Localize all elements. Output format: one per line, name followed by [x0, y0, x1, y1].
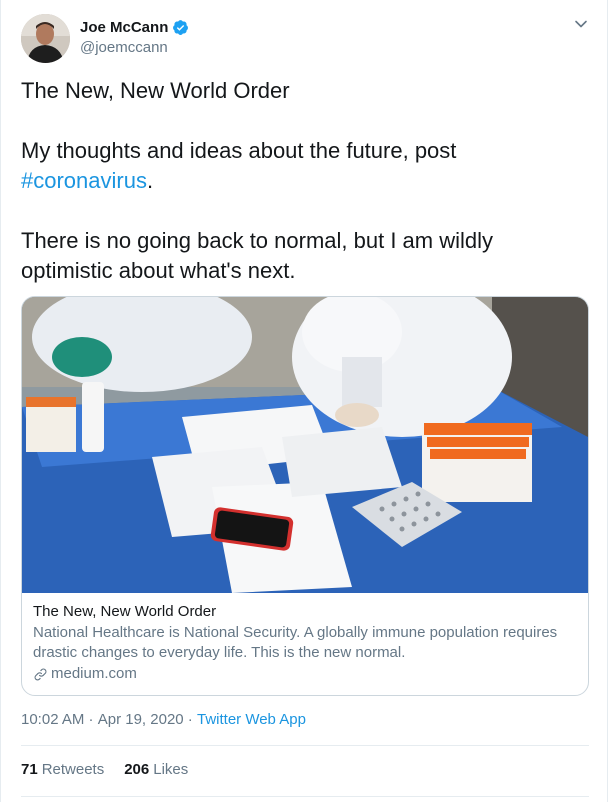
tweet-line-optimism: There is no going back to normal, but I … [21, 228, 494, 283]
hashtag-link[interactable]: #coronavirus [21, 168, 147, 193]
tweet-header: Joe McCann @joemccann [21, 14, 591, 64]
likes-label: Likes [153, 761, 189, 778]
tweet-line-thoughts-suffix: . [146, 168, 154, 193]
author-names: Joe McCann @joemccann [80, 17, 189, 56]
avatar[interactable] [21, 14, 70, 63]
card-meta[interactable]: The New, New World Order National Health… [22, 593, 588, 695]
tweet-time[interactable]: 10:02 AM [21, 710, 84, 730]
link-icon [33, 667, 48, 682]
divider [21, 796, 589, 797]
tweet-stats: 71 Retweets 206 Likes [21, 760, 208, 780]
link-preview-card[interactable]: The New, New World Order National Health… [21, 296, 589, 696]
retweets-count: 71 [21, 761, 38, 778]
author-handle[interactable]: @joemccann [80, 39, 189, 56]
tweet-line-thoughts: My thoughts and ideas about the future, … [21, 136, 581, 196]
likes-stat[interactable]: 206 Likes [124, 760, 188, 780]
tweet-text: The New, New World Order My thoughts and… [21, 76, 581, 286]
tweet-line-title: The New, New World Order [21, 78, 290, 103]
author-display-name[interactable]: Joe McCann [80, 19, 168, 36]
card-image[interactable] [22, 297, 588, 593]
retweets-stat[interactable]: 71 Retweets [21, 760, 104, 780]
divider [21, 745, 589, 746]
retweets-label: Retweets [41, 761, 105, 778]
card-url: medium.com [33, 664, 577, 684]
card-url-text: medium.com [51, 665, 137, 682]
tweet-line-thoughts-text: My thoughts and ideas about the future, … [21, 138, 457, 163]
timestamp-separator: · [183, 711, 197, 728]
tweet-timestamp: 10:02 AM · Apr 19, 2020 · Twitter Web Ap… [21, 710, 306, 730]
tweet-source-link[interactable]: Twitter Web App [197, 710, 306, 730]
tweet-container: Joe McCann @joemccann The New, New World… [0, 0, 608, 802]
verified-badge-icon [172, 19, 189, 36]
card-title: The New, New World Order [33, 603, 217, 620]
card-description: National Healthcare is National Security… [33, 624, 558, 661]
likes-count: 206 [124, 761, 150, 778]
chevron-down-icon[interactable] [571, 14, 591, 34]
timestamp-separator: · [84, 711, 98, 728]
tweet-date[interactable]: Apr 19, 2020 [98, 710, 184, 730]
